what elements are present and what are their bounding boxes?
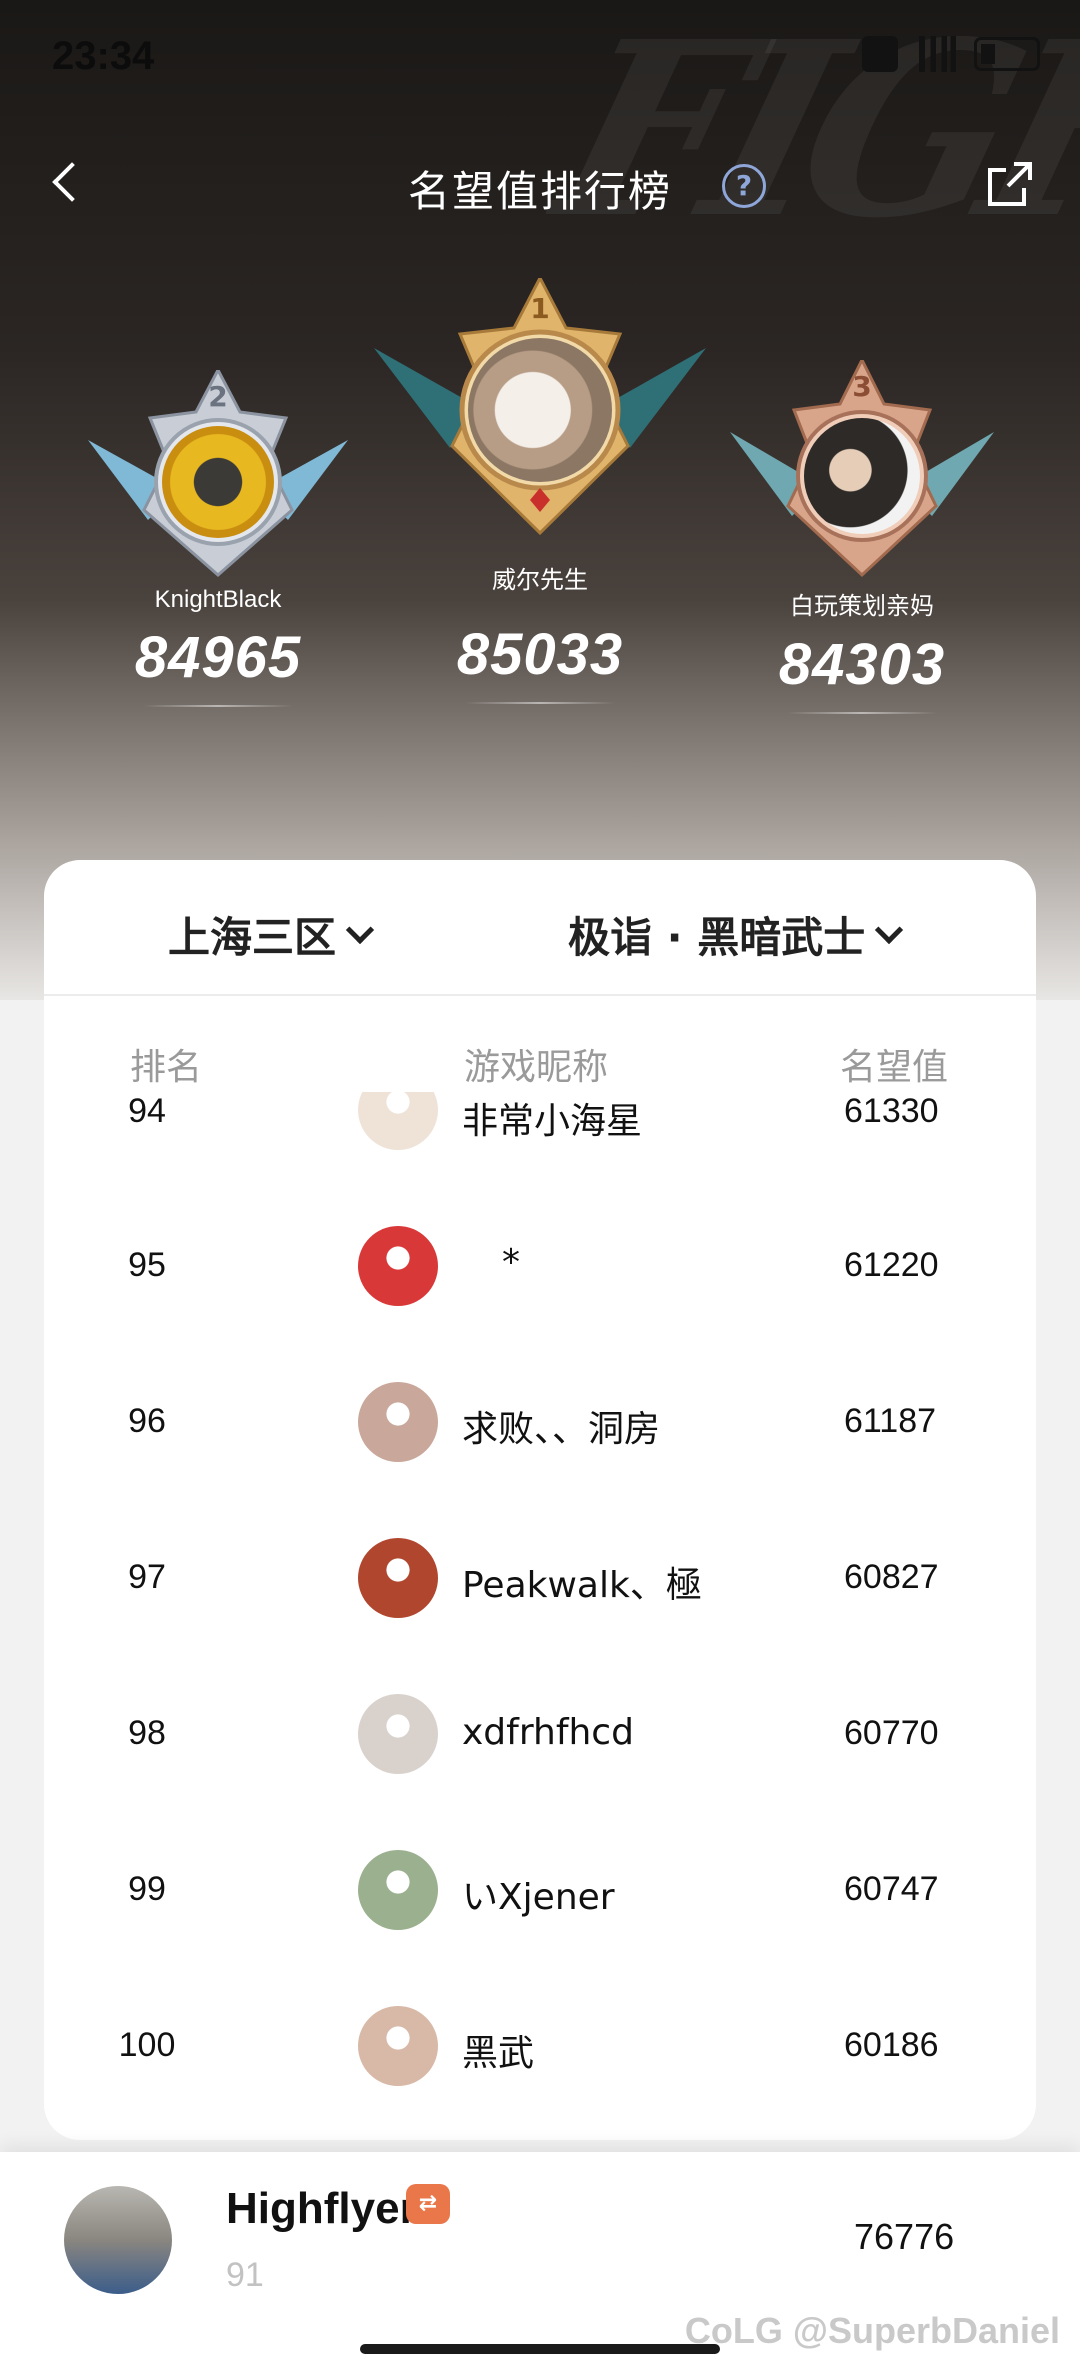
- table-row[interactable]: 98 xdfrhfhcd 60770: [44, 1658, 1036, 1814]
- class-dropdown[interactable]: 极诣 · 黑暗武士: [568, 904, 904, 965]
- row-rank: 95: [128, 1246, 166, 1284]
- gold-badge: 1: [370, 278, 710, 538]
- bronze-badge: 3: [722, 360, 1002, 580]
- status-icons: [862, 36, 1040, 72]
- status-bar: 23:34: [0, 0, 1080, 120]
- my-name: Highflyer: [226, 2184, 417, 2233]
- podium-name: 白玩策划亲妈: [790, 593, 934, 620]
- battery-icon: [974, 37, 1040, 71]
- cat-avatar: [468, 338, 612, 482]
- divider: [787, 712, 937, 714]
- row-score: 60827: [844, 1558, 939, 1596]
- row-avatar: [358, 1092, 438, 1150]
- podium-name: KnightBlack: [154, 586, 282, 613]
- page-title: 名望值排行榜: [407, 167, 672, 216]
- man-avatar: [804, 418, 920, 534]
- row-name: Peakwalk、極: [462, 1565, 702, 1606]
- rank-number: 2: [208, 380, 228, 413]
- column-header-rank: 排名: [130, 1047, 203, 1088]
- row-name: いXjener: [462, 1877, 615, 1918]
- mute-icon: [862, 36, 898, 72]
- home-indicator[interactable]: [360, 2344, 720, 2354]
- table-row[interactable]: 97 Peakwalk、極 60827: [44, 1502, 1036, 1658]
- row-score: 60747: [844, 1870, 939, 1908]
- podium-score: 85033: [456, 622, 624, 687]
- table-row[interactable]: 100 黑武 60186: [44, 1970, 1036, 2126]
- row-score: 61220: [844, 1246, 939, 1284]
- row-avatar: [358, 1850, 438, 1930]
- class-label: 极诣 · 黑暗武士: [568, 913, 866, 962]
- podium-score: 84965: [134, 625, 302, 690]
- divider: [465, 702, 615, 704]
- podium-name: 威尔先生: [492, 567, 588, 594]
- row-score: 60770: [844, 1714, 939, 1752]
- filter-bar: 上海三区 极诣 · 黑暗武士: [44, 860, 1036, 996]
- my-rank: 91: [226, 2256, 264, 2294]
- my-score: 76776: [854, 2216, 955, 2257]
- my-rank-bar[interactable]: Highflyer ⇄ 91 76776 CoLG @SuperbDaniel: [0, 2152, 1080, 2376]
- column-header-score: 名望值: [840, 1047, 949, 1088]
- ranking-list[interactable]: 94 非常小海星 61330 95 * 61220 96 求败、、洞房 6118…: [44, 1092, 1036, 2140]
- table-row[interactable]: 99 いXjener 60747: [44, 1814, 1036, 1970]
- region-label: 上海三区: [168, 913, 337, 962]
- podium-rank-1[interactable]: 1 威尔先生 85033: [370, 278, 710, 704]
- watermark: CoLG @SuperbDaniel: [684, 2310, 1060, 2351]
- silver-badge: 2: [78, 370, 358, 580]
- rank-number: 1: [530, 292, 550, 325]
- rank-number: 3: [852, 370, 872, 403]
- row-rank: 96: [128, 1402, 166, 1440]
- transfer-badge-icon: ⇄: [406, 2184, 450, 2224]
- divider: [143, 705, 293, 707]
- husky-sunflower-avatar: [162, 426, 274, 538]
- row-avatar: [358, 1694, 438, 1774]
- row-avatar: [358, 2006, 438, 2086]
- row-name: xdfrhfhcd: [462, 1712, 634, 1753]
- row-rank: 98: [128, 1714, 166, 1752]
- signal-icon: [916, 36, 956, 72]
- podium-rank-3[interactable]: 3 白玩策划亲妈 84303: [712, 360, 1012, 714]
- help-icon[interactable]: ?: [722, 164, 766, 208]
- row-name: 黑武: [462, 2033, 535, 2074]
- row-score: 61187: [844, 1402, 937, 1440]
- row-avatar: [358, 1538, 438, 1618]
- row-avatar: [358, 1382, 438, 1462]
- chevron-down-icon: [345, 915, 375, 944]
- share-icon[interactable]: [984, 158, 1036, 210]
- column-header-name: 游戏昵称: [464, 1047, 609, 1088]
- row-avatar: [358, 1226, 438, 1306]
- table-row[interactable]: 95 * 61220: [44, 1190, 1036, 1346]
- row-score: 61330: [844, 1092, 939, 1130]
- row-rank: 97: [128, 1558, 166, 1596]
- row-name: *: [502, 1242, 520, 1283]
- table-row[interactable]: 96 求败、、洞房 61187: [44, 1346, 1036, 1502]
- table-row[interactable]: 94 非常小海星 61330: [44, 1092, 1036, 1188]
- leaderboard-card: 上海三区 极诣 · 黑暗武士 排名 游戏昵称 名望值 94 非常小海星 6133…: [44, 860, 1036, 2140]
- nav-bar: 名望值排行榜 ?: [0, 140, 1080, 230]
- row-name: 求败、、洞房: [462, 1409, 661, 1450]
- hero-header: FIGHT 23:34 名望值排行榜 ? 2 KnightBlack 84965…: [0, 0, 1080, 1000]
- chevron-down-icon: [875, 915, 904, 944]
- status-time: 23:34: [52, 34, 155, 78]
- row-rank: 100: [118, 2026, 176, 2064]
- row-rank: 99: [128, 1870, 166, 1908]
- row-rank: 94: [128, 1092, 166, 1130]
- row-score: 60186: [844, 2026, 939, 2064]
- my-avatar: [64, 2186, 172, 2294]
- podium-rank-2[interactable]: 2 KnightBlack 84965: [68, 370, 368, 707]
- podium-score: 84303: [778, 632, 946, 697]
- region-dropdown[interactable]: 上海三区: [168, 904, 375, 965]
- row-name: 非常小海星: [462, 1101, 643, 1142]
